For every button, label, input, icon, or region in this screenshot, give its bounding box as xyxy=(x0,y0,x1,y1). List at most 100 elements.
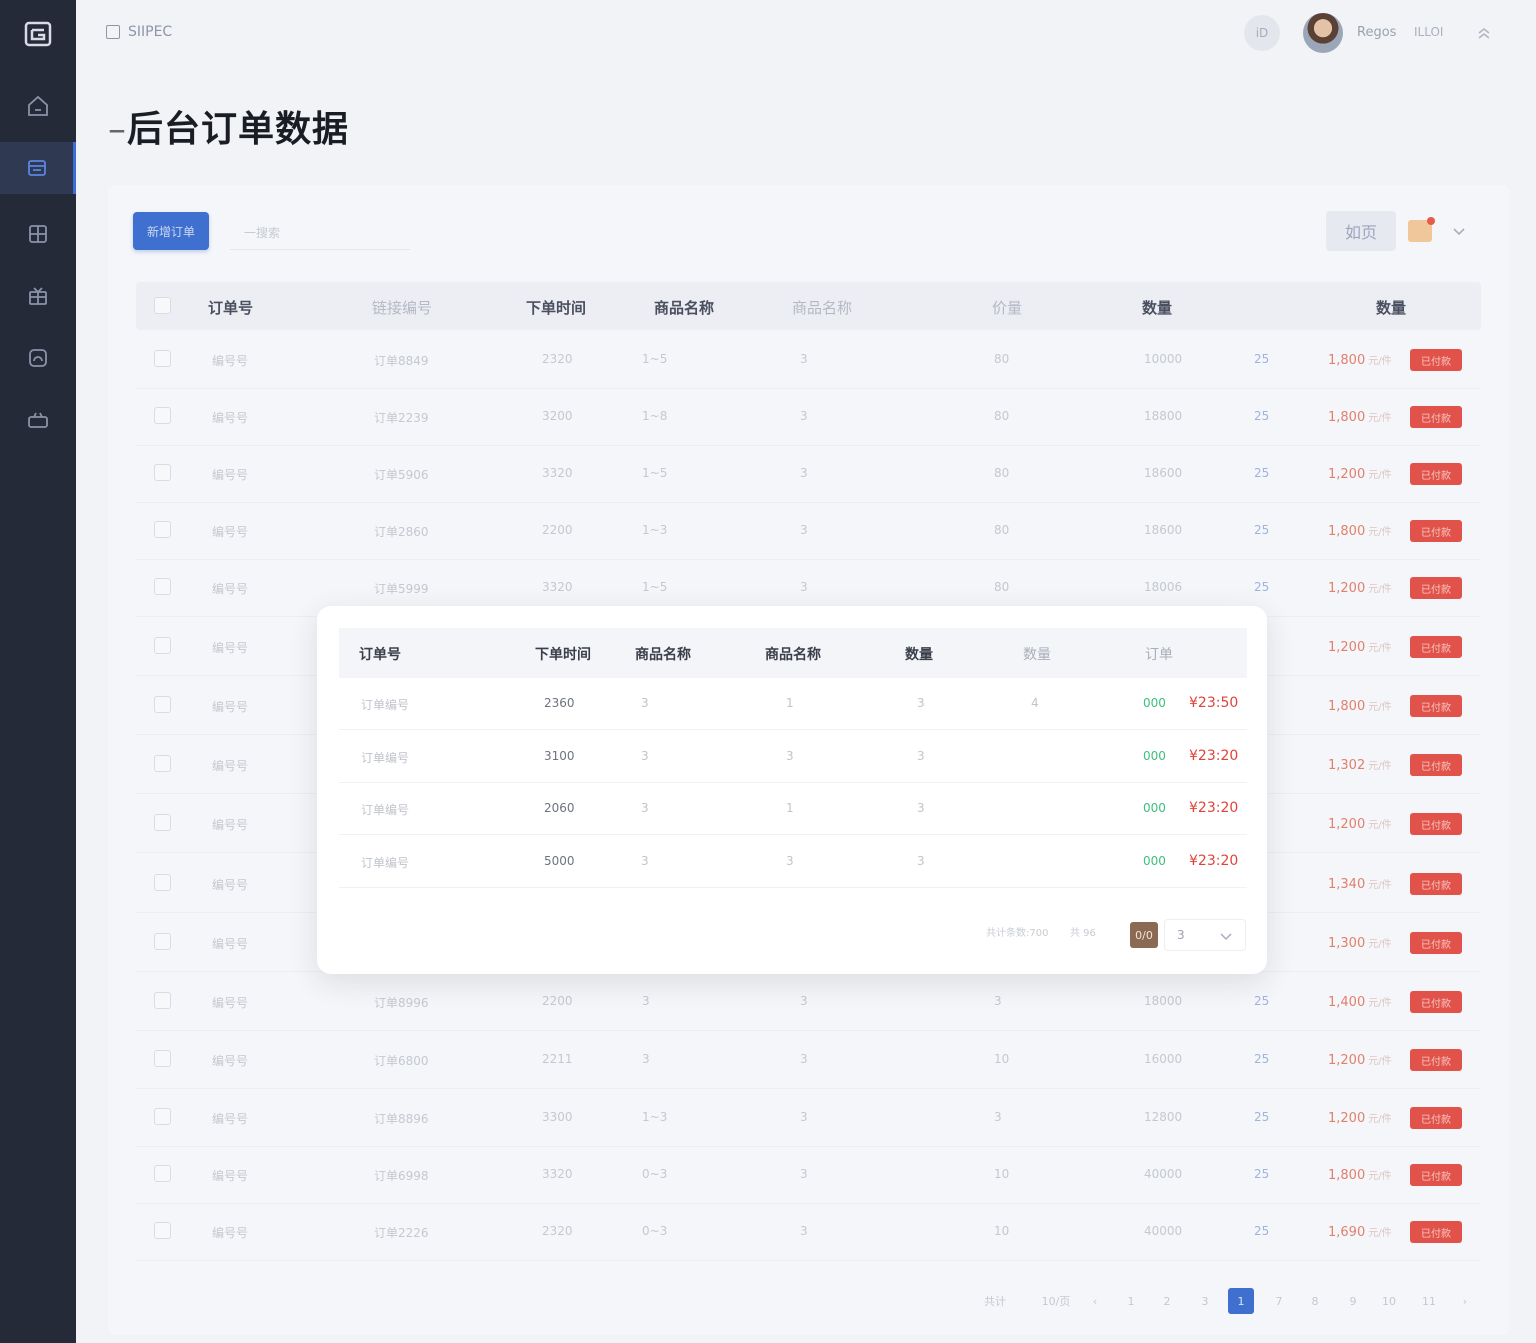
table-row[interactable]: 编号号 订单8896 3300 1~3 3 3 12800 25 1,200 元/件 已付款 xyxy=(136,1090,1481,1147)
status-badge[interactable]: 已付款 xyxy=(1410,873,1462,895)
status-badge[interactable]: 已付款 xyxy=(1410,1107,1462,1129)
add-order-button[interactable]: 新增订单 xyxy=(133,212,209,250)
row-checkbox[interactable] xyxy=(154,350,171,367)
price-unit: 元/件 xyxy=(1368,939,1392,950)
status-badge[interactable]: 已付款 xyxy=(1410,991,1462,1013)
pagination-page[interactable]: 11 xyxy=(1416,1288,1442,1314)
col-product-name-2[interactable]: 商品名称 xyxy=(792,297,852,318)
status-badge[interactable]: 已付款 xyxy=(1410,463,1462,485)
col-quantity[interactable]: 数量 xyxy=(1142,297,1172,318)
price-value: 1,800 xyxy=(1328,353,1366,368)
row-checkbox[interactable] xyxy=(154,1050,171,1067)
modal-col-product-name-2[interactable]: 商品名称 xyxy=(765,644,821,664)
row-checkbox[interactable] xyxy=(154,874,171,891)
brand[interactable]: SIIPEC xyxy=(106,24,172,40)
status-badge[interactable]: 已付款 xyxy=(1410,1221,1462,1243)
price-unit: 元/件 xyxy=(1368,470,1392,481)
row-checkbox[interactable] xyxy=(154,814,171,831)
row-checkbox[interactable] xyxy=(154,755,171,772)
row-checkbox[interactable] xyxy=(154,578,171,595)
status-badge[interactable]: 已付款 xyxy=(1410,636,1462,658)
pagination-size[interactable]: 10/页 xyxy=(1036,1288,1076,1314)
modal-col-order-time[interactable]: 下单时间 xyxy=(535,644,591,664)
modal-col-quantity[interactable]: 数量 xyxy=(905,644,933,664)
avatar[interactable] xyxy=(1303,13,1343,53)
nav-grid[interactable] xyxy=(0,208,76,260)
cell-qty: 3 xyxy=(800,1110,808,1124)
col-link-no[interactable]: 链接编号 xyxy=(372,297,432,318)
search-input[interactable]: 一搜索 xyxy=(230,212,410,250)
modal-table-row[interactable]: 订单编号 2360 3 1 3 4 000 ¥23:50 xyxy=(339,678,1247,730)
logo-icon[interactable] xyxy=(24,20,52,48)
col-order-no[interactable]: 订单号 xyxy=(208,297,253,318)
top-badge[interactable]: iD xyxy=(1244,15,1280,51)
nav-dashboard[interactable] xyxy=(0,332,76,384)
nav-orders[interactable] xyxy=(0,142,76,194)
price-value: 1,302 xyxy=(1328,758,1366,773)
pagination-page[interactable]: 7 xyxy=(1266,1288,1292,1314)
status-badge[interactable]: 已付款 xyxy=(1410,813,1462,835)
chevron-down-icon[interactable] xyxy=(1450,222,1468,240)
nav-home[interactable] xyxy=(0,80,76,132)
col-quantity-2[interactable]: 数量 xyxy=(1376,297,1406,318)
row-checkbox[interactable] xyxy=(154,933,171,950)
status-badge[interactable]: 已付款 xyxy=(1410,406,1462,428)
modal-table-row[interactable]: 订单编号 2060 3 1 3 000 ¥23:20 xyxy=(339,783,1247,835)
status-badge[interactable]: 已付款 xyxy=(1410,1049,1462,1071)
row-checkbox[interactable] xyxy=(154,1108,171,1125)
table-row[interactable]: 编号号 订单8849 2320 1~5 3 80 10000 25 1,800 元/件 已付款 xyxy=(136,332,1481,389)
modal-col-product-name[interactable]: 商品名称 xyxy=(635,644,691,664)
row-checkbox[interactable] xyxy=(154,1165,171,1182)
row-checkbox[interactable] xyxy=(154,464,171,481)
home-button[interactable]: 如页 xyxy=(1326,211,1396,251)
status-badge[interactable]: 已付款 xyxy=(1410,349,1462,371)
col-order-time[interactable]: 下单时间 xyxy=(526,297,586,318)
cell-order-no: 编号号 xyxy=(212,818,249,832)
cell-tag: 25 xyxy=(1254,1052,1270,1066)
table-row[interactable]: 编号号 订单2860 2200 1~3 3 80 18600 25 1,800 元/件 已付款 xyxy=(136,503,1481,560)
row-checkbox[interactable] xyxy=(154,521,171,538)
pagination-page[interactable]: 9 xyxy=(1340,1288,1366,1314)
pagination-page[interactable]: 8 xyxy=(1302,1288,1328,1314)
modal-page-indicator[interactable]: 0/0 xyxy=(1130,922,1158,948)
modal-table-row[interactable]: 订单编号 5000 3 3 3 000 ¥23:20 xyxy=(339,836,1247,888)
price-value: 1,800 xyxy=(1328,524,1366,539)
table-row[interactable]: 编号号 订单8996 2200 3 3 3 18000 25 1,400 元/件 已付款 xyxy=(136,974,1481,1031)
status-badge[interactable]: 已付款 xyxy=(1410,695,1462,717)
modal-col-order[interactable]: 订单 xyxy=(1145,644,1173,664)
status-badge[interactable]: 已付款 xyxy=(1410,932,1462,954)
pagination-page[interactable]: 10 xyxy=(1376,1288,1402,1314)
select-all-checkbox[interactable] xyxy=(154,297,171,314)
table-row[interactable]: 编号号 订单6800 2211 3 3 10 16000 25 1,200 元/件 已付款 xyxy=(136,1032,1481,1089)
status-badge[interactable]: 已付款 xyxy=(1410,577,1462,599)
pagination-page[interactable]: 1 xyxy=(1118,1288,1144,1314)
col-price-qty[interactable]: 价量 xyxy=(992,297,1022,318)
table-row[interactable]: 编号号 订单5906 3320 1~5 3 80 18600 25 1,200 元/件 已付款 xyxy=(136,446,1481,503)
pagination-prev[interactable]: ‹ xyxy=(1082,1288,1108,1314)
modal-table-row[interactable]: 订单编号 3100 3 3 3 000 ¥23:20 xyxy=(339,731,1247,783)
row-checkbox[interactable] xyxy=(154,407,171,424)
row-checkbox[interactable] xyxy=(154,696,171,713)
row-checkbox[interactable] xyxy=(154,637,171,654)
chevron-up-icon[interactable] xyxy=(1474,24,1494,44)
col-product-name[interactable]: 商品名称 xyxy=(654,297,714,318)
table-row[interactable]: 编号号 订单2226 2320 0~3 3 10 40000 25 1,690 元/件 已付款 xyxy=(136,1204,1481,1261)
notification-icon[interactable] xyxy=(1408,217,1435,242)
row-checkbox[interactable] xyxy=(154,992,171,1009)
status-badge[interactable]: 已付款 xyxy=(1410,520,1462,542)
pagination-page[interactable]: 3 xyxy=(1192,1288,1218,1314)
pagination-page[interactable]: 1 xyxy=(1228,1288,1254,1314)
table-row[interactable]: 编号号 订单6998 3320 0~3 3 10 40000 25 1,800 元/件 已付款 xyxy=(136,1147,1481,1204)
modal-col-order-no[interactable]: 订单号 xyxy=(359,644,401,664)
table-row[interactable]: 编号号 订单2239 3200 1~8 3 80 18800 25 1,800 元/件 已付款 xyxy=(136,389,1481,446)
pagination-next[interactable]: › xyxy=(1452,1288,1478,1314)
row-checkbox[interactable] xyxy=(154,1222,171,1239)
nav-device[interactable] xyxy=(0,394,76,446)
status-badge[interactable]: 已付款 xyxy=(1410,1164,1462,1186)
status-badge[interactable]: 已付款 xyxy=(1410,754,1462,776)
modal-col-quantity-2[interactable]: 数量 xyxy=(1023,644,1051,664)
cell-count: 10 xyxy=(994,1052,1010,1066)
nav-gift[interactable] xyxy=(0,270,76,322)
pagination-page[interactable]: 2 xyxy=(1154,1288,1180,1314)
cell-tag: 25 xyxy=(1254,1167,1270,1181)
